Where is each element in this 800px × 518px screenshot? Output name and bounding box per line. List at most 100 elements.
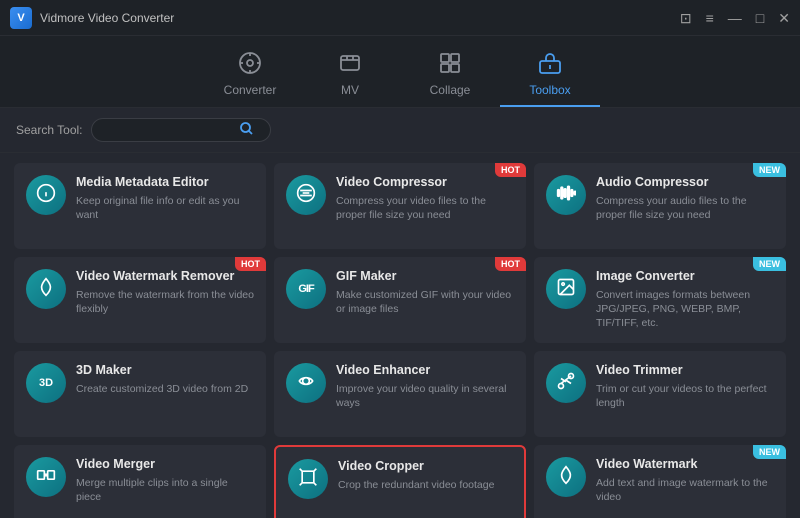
- tool-text-image-converter: Image Converter Convert images formats b…: [596, 269, 774, 331]
- tab-toolbox[interactable]: Toolbox: [500, 43, 600, 107]
- tool-name-video-enhancer: Video Enhancer: [336, 363, 514, 378]
- search-input[interactable]: [104, 123, 234, 137]
- title-bar-controls: ⊡ ≡ — □ ✕: [680, 11, 790, 25]
- video-watermark-icon: [556, 465, 576, 490]
- tool-name-video-cropper: Video Cropper: [338, 459, 512, 474]
- tool-card-video-watermark-remover[interactable]: Hot Video Watermark Remover Remove the w…: [14, 257, 266, 343]
- tool-card-inner: Video Watermark Remover Remove the water…: [26, 269, 254, 316]
- converter-icon: [238, 51, 262, 79]
- video-cropper-icon: [298, 467, 318, 492]
- tool-desc-video-enhancer: Improve your video quality in several wa…: [336, 382, 514, 410]
- tool-card-video-compressor[interactable]: Hot Video Compressor Compress your video…: [274, 163, 526, 249]
- tool-card-inner: Media Metadata Editor Keep original file…: [26, 175, 254, 222]
- tool-icon-video-watermark: [546, 457, 586, 497]
- tool-card-video-merger[interactable]: Video Merger Merge multiple clips into a…: [14, 445, 266, 518]
- tab-collage[interactable]: Collage: [400, 43, 500, 107]
- tool-card-gif-maker[interactable]: Hot GIF GIF Maker Make customized GIF wi…: [274, 257, 526, 343]
- tool-desc-video-trimmer: Trim or cut your videos to the perfect l…: [596, 382, 774, 410]
- tab-converter[interactable]: Converter: [200, 43, 300, 107]
- badge-image-converter: New: [753, 257, 786, 271]
- nav-bar: Converter MV Collage: [0, 36, 800, 108]
- tool-card-inner: Video Compressor Compress your video fil…: [286, 175, 514, 222]
- tool-name-media-metadata-editor: Media Metadata Editor: [76, 175, 254, 190]
- tab-collage-label: Collage: [430, 83, 471, 97]
- badge-audio-compressor: New: [753, 163, 786, 177]
- tool-desc-3d-maker: Create customized 3D video from 2D: [76, 382, 254, 396]
- tool-text-media-metadata-editor: Media Metadata Editor Keep original file…: [76, 175, 254, 222]
- tool-card-3d-maker[interactable]: 3D 3D Maker Create customized 3D video f…: [14, 351, 266, 437]
- badge-video-watermark: New: [753, 445, 786, 459]
- chat-button[interactable]: ⊡: [680, 11, 692, 25]
- tool-desc-image-converter: Convert images formats between JPG/JPEG,…: [596, 288, 774, 331]
- tab-toolbox-label: Toolbox: [529, 83, 570, 97]
- tool-card-audio-compressor[interactable]: New Audio Compressor Compress your audio…: [534, 163, 786, 249]
- tool-desc-video-watermark-remover: Remove the watermark from the video flex…: [76, 288, 254, 316]
- tool-icon-audio-compressor: [546, 175, 586, 215]
- gif-icon: GIF: [298, 283, 313, 295]
- tool-text-3d-maker: 3D Maker Create customized 3D video from…: [76, 363, 254, 396]
- collage-icon: [438, 51, 462, 79]
- tool-desc-video-cropper: Crop the redundant video footage: [338, 478, 512, 492]
- tool-icon-video-enhancer: [286, 363, 326, 403]
- video-watermark-remover-icon: [36, 277, 56, 302]
- tool-card-video-cropper[interactable]: Video Cropper Crop the redundant video f…: [274, 445, 526, 518]
- tool-desc-video-compressor: Compress your video files to the proper …: [336, 194, 514, 222]
- badge-video-compressor: Hot: [495, 163, 526, 177]
- tool-icon-gif-maker: GIF: [286, 269, 326, 309]
- video-merger-icon: [36, 465, 56, 490]
- tool-name-video-merger: Video Merger: [76, 457, 254, 472]
- tool-text-video-watermark: Video Watermark Add text and image water…: [596, 457, 774, 504]
- mv-icon: [338, 51, 362, 79]
- tool-text-video-watermark-remover: Video Watermark Remover Remove the water…: [76, 269, 254, 316]
- tool-name-video-trimmer: Video Trimmer: [596, 363, 774, 378]
- tool-text-video-cropper: Video Cropper Crop the redundant video f…: [338, 459, 512, 492]
- tool-name-image-converter: Image Converter: [596, 269, 774, 284]
- tool-card-inner: Image Converter Convert images formats b…: [546, 269, 774, 331]
- tool-icon-image-converter: [546, 269, 586, 309]
- tool-card-video-enhancer[interactable]: Video Enhancer Improve your video qualit…: [274, 351, 526, 437]
- tool-text-video-merger: Video Merger Merge multiple clips into a…: [76, 457, 254, 504]
- image-converter-icon: [556, 277, 576, 302]
- title-bar: V Vidmore Video Converter ⊡ ≡ — □ ✕: [0, 0, 800, 36]
- tool-icon-video-watermark-remover: [26, 269, 66, 309]
- tool-name-video-watermark: Video Watermark: [596, 457, 774, 472]
- badge-gif-maker: Hot: [495, 257, 526, 271]
- tool-text-video-trimmer: Video Trimmer Trim or cut your videos to…: [596, 363, 774, 410]
- close-button[interactable]: ✕: [778, 11, 790, 25]
- tab-converter-label: Converter: [224, 83, 277, 97]
- tool-text-audio-compressor: Audio Compressor Compress your audio fil…: [596, 175, 774, 222]
- minimize-button[interactable]: —: [728, 11, 742, 25]
- tool-text-video-compressor: Video Compressor Compress your video fil…: [336, 175, 514, 222]
- tool-text-gif-maker: GIF Maker Make customized GIF with your …: [336, 269, 514, 316]
- tool-icon-video-compressor: [286, 175, 326, 215]
- tool-name-audio-compressor: Audio Compressor: [596, 175, 774, 190]
- app-icon: V: [10, 7, 32, 29]
- maximize-button[interactable]: □: [756, 11, 764, 25]
- tool-card-inner: Video Trimmer Trim or cut your videos to…: [546, 363, 774, 410]
- tool-card-image-converter[interactable]: New Image Converter Convert images forma…: [534, 257, 786, 343]
- tool-card-video-trimmer[interactable]: Video Trimmer Trim or cut your videos to…: [534, 351, 786, 437]
- tool-card-inner: 3D 3D Maker Create customized 3D video f…: [26, 363, 254, 403]
- video-compressor-icon: [296, 183, 316, 208]
- tab-mv-label: MV: [341, 83, 359, 97]
- tool-desc-video-watermark: Add text and image watermark to the vide…: [596, 476, 774, 504]
- tool-card-inner: Video Enhancer Improve your video qualit…: [286, 363, 514, 410]
- tool-name-video-watermark-remover: Video Watermark Remover: [76, 269, 254, 284]
- tab-mv[interactable]: MV: [300, 43, 400, 107]
- tool-icon-3d-maker: 3D: [26, 363, 66, 403]
- search-label: Search Tool:: [16, 123, 83, 137]
- audio-compressor-icon: [556, 183, 576, 208]
- tools-grid: Media Metadata Editor Keep original file…: [0, 153, 800, 518]
- badge-video-watermark-remover: Hot: [235, 257, 266, 271]
- app-title: Vidmore Video Converter: [40, 11, 174, 25]
- menu-button[interactable]: ≡: [706, 11, 714, 25]
- tool-desc-gif-maker: Make customized GIF with your video or i…: [336, 288, 514, 316]
- tool-card-video-watermark[interactable]: New Video Watermark Add text and image w…: [534, 445, 786, 518]
- tool-card-inner: Video Merger Merge multiple clips into a…: [26, 457, 254, 504]
- tool-icon-video-cropper: [288, 459, 328, 499]
- tool-desc-media-metadata-editor: Keep original file info or edit as you w…: [76, 194, 254, 222]
- toolbox-icon: [538, 51, 562, 79]
- search-input-wrap[interactable]: [91, 118, 271, 142]
- tool-card-media-metadata-editor[interactable]: Media Metadata Editor Keep original file…: [14, 163, 266, 249]
- 3d-icon: 3D: [39, 377, 53, 389]
